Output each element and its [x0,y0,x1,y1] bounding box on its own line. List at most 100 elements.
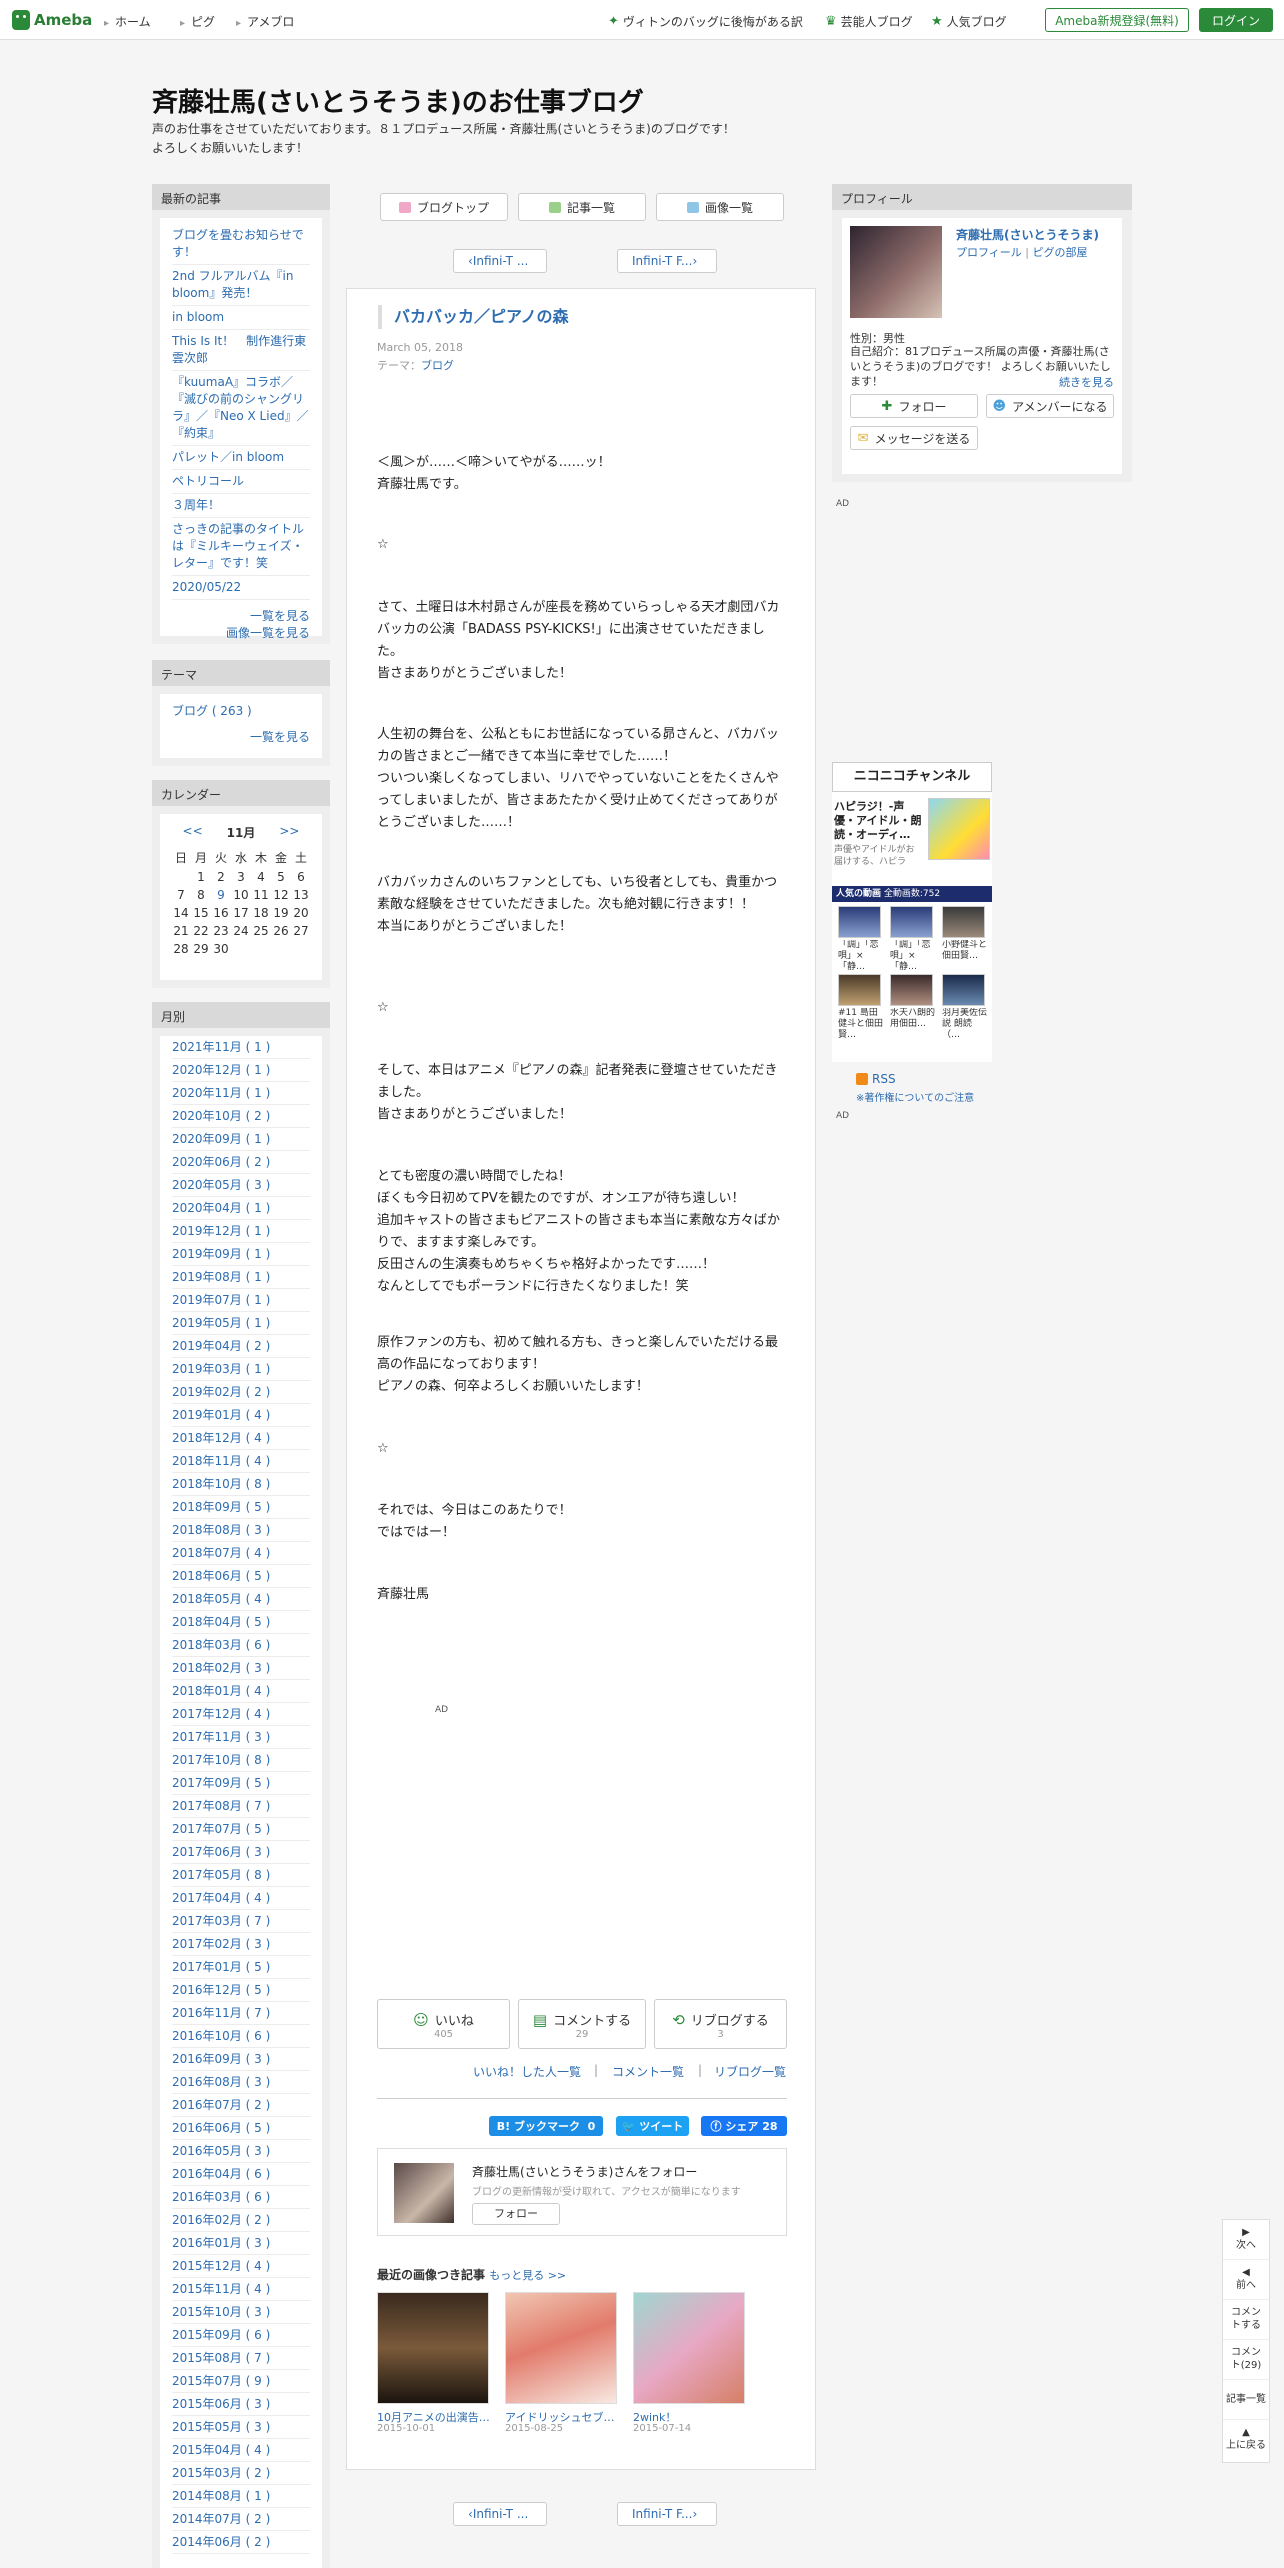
facebook-share-button[interactable]: ⓕ シェア 28 [701,2116,787,2136]
reblog-list-link[interactable]: リブログ一覧 [714,2063,786,2080]
hatena-bookmark-button[interactable]: B! ブックマーク 0 [489,2116,603,2136]
month-archive-link[interactable]: 2016年06月 ( 5 ) [172,2117,310,2140]
month-archive-link[interactable]: 2015年06月 ( 3 ) [172,2393,310,2416]
month-archive-link[interactable]: 2019年03月 ( 1 ) [172,1358,310,1381]
month-archive-link[interactable]: 2021年11月 ( 1 ) [172,1036,310,1059]
month-archive-link[interactable]: 2018年08月 ( 3 ) [172,1519,310,1542]
liked-users-link[interactable]: いいね！した人一覧 [473,2063,581,2080]
recent-article-link[interactable]: パレット／in bloom [172,446,310,470]
prev-article-link[interactable]: ‹ Infini-T ... [453,249,547,273]
recent-image-thumb[interactable] [633,2292,745,2404]
image-list-button[interactable]: 画像一覧 [656,193,784,221]
recent-images-more-link[interactable]: もっと見る >> [489,2269,566,2282]
month-archive-link[interactable]: 2020年09月 ( 1 ) [172,1128,310,1151]
month-archive-link[interactable]: 2018年07月 ( 4 ) [172,1542,310,1565]
nico-video-thumb[interactable] [890,974,933,1006]
month-archive-link[interactable]: 2015年11月 ( 4 ) [172,2278,310,2301]
month-archive-link[interactable]: 2014年07月 ( 2 ) [172,2508,310,2531]
nico-channel-thumb[interactable] [928,798,990,860]
month-archive-link[interactable]: 2018年02月 ( 3 ) [172,1657,310,1680]
float-prev[interactable]: ◀ 前へ [1223,2260,1269,2300]
float-comment-count[interactable]: コメント(29) [1223,2340,1269,2380]
nav-ameblo[interactable]: アメブロ [236,13,294,30]
next-article-link[interactable]: Infini-T F... › [617,249,717,273]
next-article-link-bottom[interactable]: Infini-T F... › [617,2502,717,2526]
pigg-room-link[interactable]: ピグの部屋 [1032,246,1087,259]
month-archive-link[interactable]: 2020年05月 ( 3 ) [172,1174,310,1197]
month-archive-link[interactable]: 2016年07月 ( 2 ) [172,2094,310,2117]
month-archive-link[interactable]: 2017年10月 ( 8 ) [172,1749,310,1772]
recent-article-link[interactable]: ペトリコール [172,470,310,494]
like-button[interactable]: ☺ いいね 405 [377,1999,510,2049]
month-archive-link[interactable]: 2015年04月 ( 4 ) [172,2439,310,2462]
theme-more-link[interactable]: 一覧を見る [172,729,310,746]
theme-item-blog[interactable]: ブログ ( 263 ) [172,700,310,723]
month-archive-link[interactable]: 2019年07月 ( 1 ) [172,1289,310,1312]
nico-video-thumb[interactable] [942,906,985,938]
month-archive-link[interactable]: 2019年04月 ( 2 ) [172,1335,310,1358]
blog-top-button[interactable]: ブログトップ [380,193,508,221]
month-archive-link[interactable]: 2017年07月 ( 5 ) [172,1818,310,1841]
niconico-logo[interactable]: ニコニコチャンネル [832,762,992,792]
recent-image-thumb[interactable] [377,2292,489,2404]
follow-profile-button[interactable]: ✚ フォロー [850,394,978,418]
float-back-to-top[interactable]: ▲ 上に戻る [1223,2420,1269,2460]
recent-article-link[interactable]: This Is It！ 制作進行東雲次郎 [172,330,310,371]
nico-video-caption[interactable]: 羽月美佐伝説 朗読（… [942,1008,988,1052]
reblog-button[interactable]: ⟲ リブログする 3 [654,1999,787,2049]
month-archive-link[interactable]: 2018年05月 ( 4 ) [172,1588,310,1611]
month-archive-link[interactable]: 2017年08月 ( 7 ) [172,1795,310,1818]
nico-video-thumb[interactable] [838,906,881,938]
profile-link[interactable]: プロフィール [956,246,1022,259]
month-archive-link[interactable]: 2016年05月 ( 3 ) [172,2140,310,2163]
month-archive-link[interactable]: 2017年06月 ( 3 ) [172,1841,310,1864]
month-archive-link[interactable]: 2018年09月 ( 5 ) [172,1496,310,1519]
tweet-button[interactable]: 🐦 ツイート [616,2116,689,2136]
month-archive-link[interactable]: 2019年05月 ( 1 ) [172,1312,310,1335]
month-archive-link[interactable]: 2017年05月 ( 8 ) [172,1864,310,1887]
nav-home[interactable]: ホーム [104,13,151,30]
recent-article-link[interactable]: 『kuumaA』コラボ／『滅びの前のシャングリラ』／『Neo X Lied』／『… [172,371,310,446]
follow-button[interactable]: フォロー [472,2203,560,2225]
calendar-next[interactable]: >> [279,824,299,841]
month-archive-link[interactable]: 2019年12月 ( 1 ) [172,1220,310,1243]
month-archive-link[interactable]: 2017年03月 ( 7 ) [172,1910,310,1933]
month-archive-link[interactable]: 2018年12月 ( 4 ) [172,1427,310,1450]
recent-article-link[interactable]: in bloom [172,306,310,330]
profile-name[interactable]: 斉藤壮馬(さいとうそうま) [956,226,1099,243]
nico-video-caption[interactable]: 水天ハ朗的用佃田… [890,1008,936,1052]
register-button[interactable]: Ameba新規登録(無料) [1045,8,1189,32]
header-link-popular[interactable]: ★ 人気ブログ [931,13,1007,30]
nav-pigg[interactable]: ピグ [180,13,215,30]
month-archive-link[interactable]: 2018年04月 ( 5 ) [172,1611,310,1634]
member-button[interactable]: ☻ アメンバーになる [986,394,1114,418]
month-archive-link[interactable]: 2015年08月 ( 7 ) [172,2347,310,2370]
month-archive-link[interactable]: 2015年09月 ( 6 ) [172,2324,310,2347]
nico-channel-title[interactable]: ハピラジ！-声優・アイドル・朗読・オーディ… [834,800,922,842]
month-archive-link[interactable]: 2017年01月 ( 5 ) [172,1956,310,1979]
float-comment[interactable]: コメントする [1223,2300,1269,2340]
month-archive-link[interactable]: 2016年09月 ( 3 ) [172,2048,310,2071]
month-archive-link[interactable]: 2017年11月 ( 3 ) [172,1726,310,1749]
entry-title[interactable]: バカバッカ／ピアノの森 [378,305,569,329]
month-archive-link[interactable]: 2014年08月 ( 1 ) [172,2485,310,2508]
month-archive-link[interactable]: 2019年09月 ( 1 ) [172,1243,310,1266]
recent-article-link[interactable]: さっきの記事のタイトルは『ミルキーウェイズ・レター』です！笑 [172,518,310,576]
recent-images-link[interactable]: 画像一覧を見る [172,625,310,642]
month-archive-link[interactable]: 2016年03月 ( 6 ) [172,2186,310,2209]
month-archive-link[interactable]: 2020年11月 ( 1 ) [172,1082,310,1105]
month-archive-link[interactable]: 2020年10月 ( 2 ) [172,1105,310,1128]
month-archive-link[interactable]: 2018年11月 ( 4 ) [172,1450,310,1473]
month-archive-link[interactable]: 2018年01月 ( 4 ) [172,1680,310,1703]
month-archive-link[interactable]: 2015年12月 ( 4 ) [172,2255,310,2278]
month-archive-link[interactable]: 2015年07月 ( 9 ) [172,2370,310,2393]
blog-title[interactable]: 斉藤壮馬(さいとうそうま)のお仕事ブログ [152,82,644,119]
recent-image-thumb[interactable] [505,2292,617,2404]
recent-article-link[interactable]: ３周年！ [172,494,310,518]
profile-more-link[interactable]: 続きを見る [1059,374,1114,390]
recent-article-link[interactable]: ブログを畳むお知らせです！ [172,224,310,265]
author-avatar[interactable] [394,2163,454,2223]
month-archive-link[interactable]: 2016年04月 ( 6 ) [172,2163,310,2186]
profile-avatar[interactable] [850,226,942,318]
month-archive-link[interactable]: 2017年04月 ( 4 ) [172,1887,310,1910]
